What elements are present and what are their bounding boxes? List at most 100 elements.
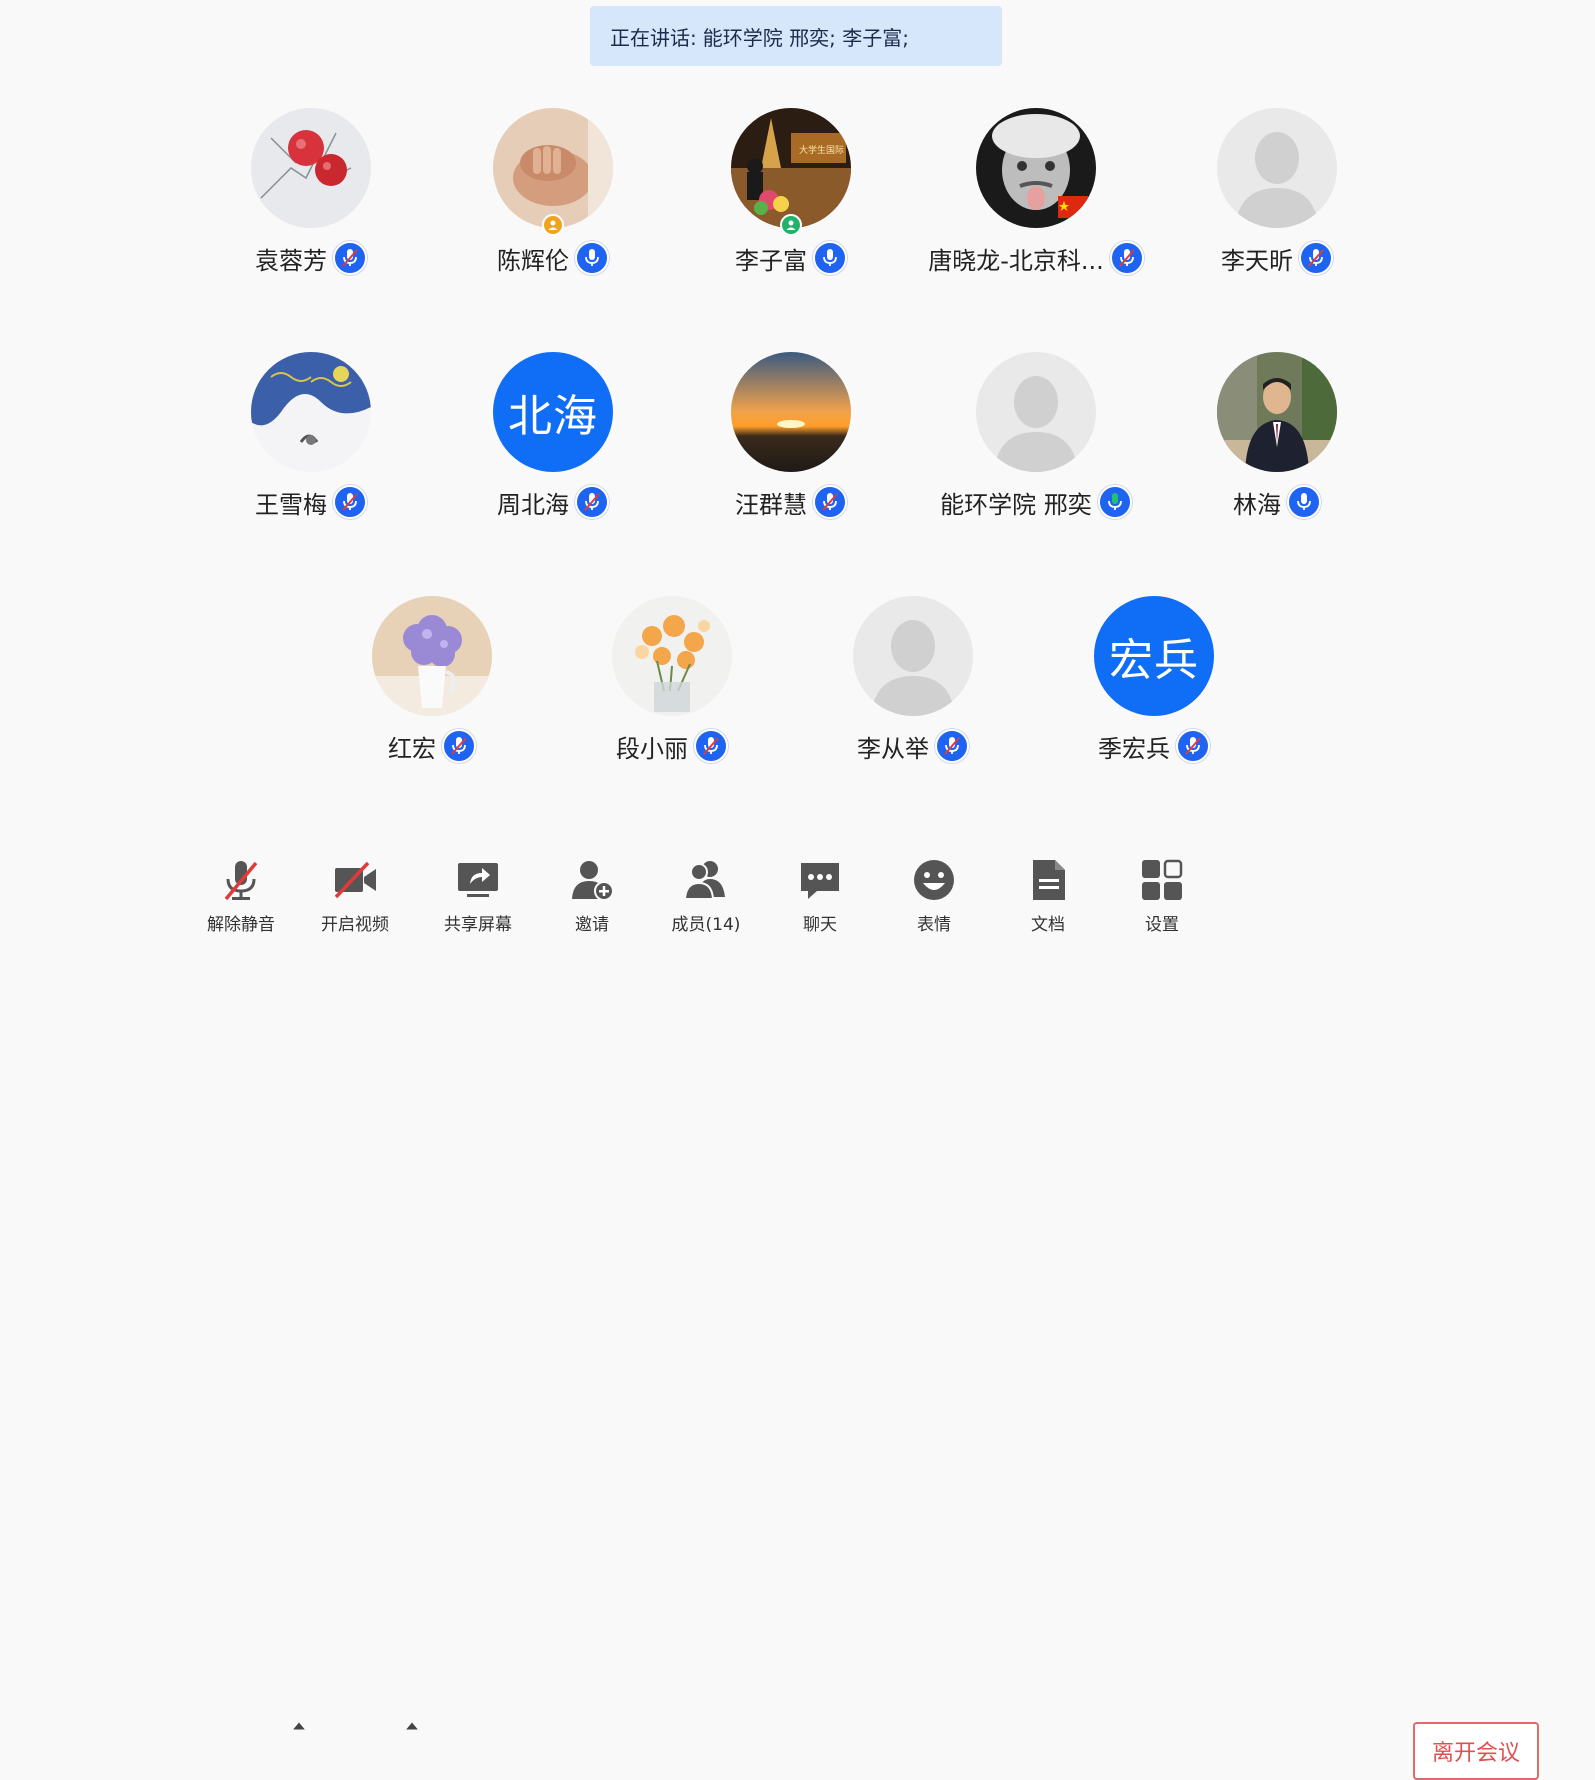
- name-row: 李子富: [681, 240, 901, 276]
- settings-button[interactable]: 设置: [1112, 850, 1212, 942]
- participant-name: 袁蓉芳: [255, 246, 327, 275]
- participant-tile[interactable]: 大学生国际 李子富: [681, 108, 901, 308]
- participant-tile[interactable]: 唐晓龙-北京科...: [926, 108, 1146, 308]
- participant-name: 李子富: [735, 246, 807, 275]
- mic-muted-icon: [694, 729, 728, 763]
- avatar: [731, 352, 851, 472]
- chat-button[interactable]: 聊天: [770, 850, 870, 942]
- default-avatar: [976, 352, 1096, 472]
- participant-name: 唐晓龙-北京科...: [928, 246, 1104, 275]
- start-video-label: 开启视频: [321, 915, 389, 935]
- mic-on-icon: [1287, 485, 1321, 519]
- default-avatar: [1217, 108, 1337, 228]
- invite-button[interactable]: 邀请: [542, 850, 642, 942]
- name-row: 李从举: [803, 728, 1023, 764]
- participant-grid: 袁蓉芳 陈辉伦 大学生国际 李子富 唐晓龙-北京科... 李天昕 王雪梅 北海 …: [0, 0, 1595, 850]
- participant-name: 红宏: [388, 734, 436, 763]
- video-off-icon: [329, 854, 381, 906]
- add-user-icon: [566, 854, 618, 906]
- initials-avatar: 宏兵: [1094, 596, 1214, 716]
- name-row: 唐晓龙-北京科...: [926, 240, 1146, 276]
- mic-muted-icon: [935, 729, 969, 763]
- avatar: [372, 596, 492, 716]
- mic-muted-icon: [813, 485, 847, 519]
- name-row: 林海: [1167, 484, 1387, 520]
- leave-meeting-button[interactable]: 离开会议: [1413, 1722, 1539, 1780]
- video-options-caret-icon[interactable]: [402, 1716, 422, 1736]
- name-row: 汪群慧: [681, 484, 901, 520]
- unmute-button[interactable]: 解除静音: [191, 850, 291, 942]
- members-icon: [680, 854, 732, 906]
- name-row: 王雪梅: [201, 484, 421, 520]
- participant-tile[interactable]: 王雪梅: [201, 352, 421, 552]
- participant-tile[interactable]: 能环学院 邢奕: [926, 352, 1146, 552]
- name-row: 李天昕: [1167, 240, 1387, 276]
- document-icon: [1022, 854, 1074, 906]
- participant-tile[interactable]: 袁蓉芳: [201, 108, 421, 308]
- participant-name: 能环学院 邢奕: [940, 490, 1092, 519]
- members-button[interactable]: 成员(14): [656, 850, 756, 942]
- chat-label: 聊天: [803, 915, 837, 935]
- mic-muted-icon: [333, 485, 367, 519]
- mic-speaking-icon: [1097, 485, 1132, 519]
- meeting-toolbar: 解除静音 开启视频 共享屏幕 邀请 成员(14) 聊天 表情 文档 设置 离开会…: [0, 850, 1595, 1780]
- name-row: 周北海: [443, 484, 663, 520]
- settings-label: 设置: [1145, 915, 1179, 935]
- name-row: 季宏兵: [1044, 728, 1264, 764]
- participant-tile[interactable]: 林海: [1167, 352, 1387, 552]
- svg-text:大学生国际: 大学生国际: [799, 144, 844, 156]
- participant-tile[interactable]: 红宏: [322, 596, 542, 796]
- mic-muted-icon: [575, 485, 609, 519]
- chat-icon: [794, 854, 846, 906]
- participant-tile[interactable]: 段小丽: [562, 596, 782, 796]
- mic-muted-icon: [1176, 729, 1210, 763]
- emoji-label: 表情: [917, 915, 951, 935]
- grid-settings-icon: [1136, 854, 1188, 906]
- participant-tile[interactable]: 北海 周北海: [443, 352, 663, 552]
- share-screen-label: 共享屏幕: [444, 915, 512, 935]
- name-row: 红宏: [322, 728, 542, 764]
- mic-off-icon: [215, 854, 267, 906]
- start-video-button[interactable]: 开启视频: [305, 850, 405, 942]
- avatar: [976, 108, 1096, 228]
- emoji-icon: [908, 854, 960, 906]
- docs-button[interactable]: 文档: [998, 850, 1098, 942]
- avatar: [612, 596, 732, 716]
- participant-tile[interactable]: 宏兵 季宏兵: [1044, 596, 1264, 796]
- participant-name: 李天昕: [1221, 246, 1293, 275]
- mic-muted-icon: [333, 241, 367, 275]
- participant-name: 林海: [1233, 490, 1281, 519]
- default-avatar: [853, 596, 973, 716]
- participant-name: 汪群慧: [735, 490, 807, 519]
- emoji-button[interactable]: 表情: [884, 850, 984, 942]
- co-host-badge-icon: [542, 214, 564, 236]
- avatar: [1217, 352, 1337, 472]
- members-label: 成员(14): [671, 915, 741, 935]
- share-screen-button[interactable]: 共享屏幕: [428, 850, 528, 942]
- share-screen-icon: [452, 854, 504, 906]
- unmute-label: 解除静音: [207, 915, 275, 935]
- participant-name: 李从举: [857, 734, 929, 763]
- participant-tile[interactable]: 李天昕: [1167, 108, 1387, 308]
- name-row: 段小丽: [562, 728, 782, 764]
- avatar: [251, 108, 371, 228]
- participant-name: 段小丽: [616, 734, 688, 763]
- name-row: 能环学院 邢奕: [926, 484, 1146, 520]
- audio-options-caret-icon[interactable]: [289, 1716, 309, 1736]
- participant-name: 季宏兵: [1098, 734, 1170, 763]
- mic-on-icon: [575, 241, 609, 275]
- initials-avatar: 北海: [493, 352, 613, 472]
- mic-muted-icon: [442, 729, 476, 763]
- participant-name: 王雪梅: [255, 490, 327, 519]
- avatar: [251, 352, 371, 472]
- participant-name: 陈辉伦: [497, 246, 569, 275]
- avatar: 大学生国际: [731, 108, 851, 228]
- participant-tile[interactable]: 李从举: [803, 596, 1023, 796]
- invite-label: 邀请: [575, 915, 609, 935]
- participant-tile[interactable]: 汪群慧: [681, 352, 901, 552]
- mic-muted-icon: [1109, 241, 1144, 275]
- name-row: 陈辉伦: [443, 240, 663, 276]
- host-badge-icon: [780, 214, 802, 236]
- participant-tile[interactable]: 陈辉伦: [443, 108, 663, 308]
- mic-muted-icon: [1299, 241, 1333, 275]
